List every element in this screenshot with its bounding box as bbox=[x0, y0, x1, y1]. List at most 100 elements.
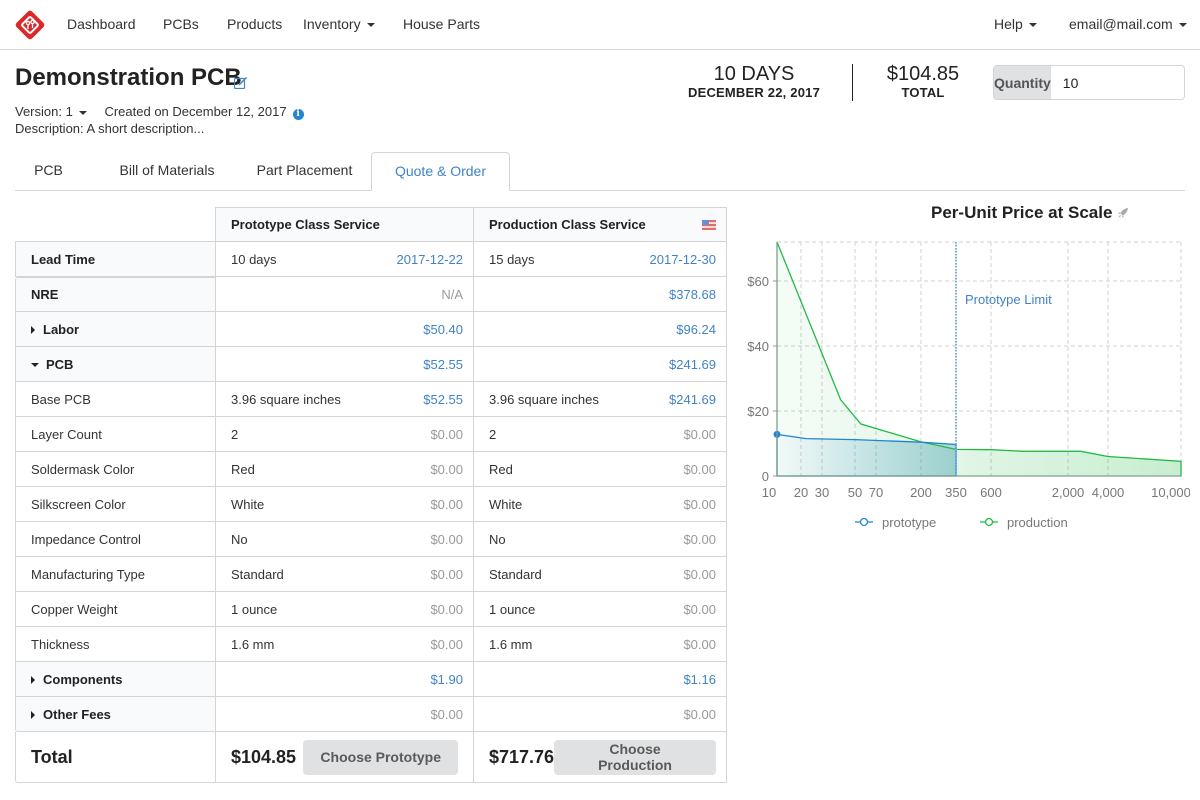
row-label-cell: NRE bbox=[15, 277, 216, 312]
y-tick-label: $20 bbox=[747, 404, 769, 419]
prototype-header-label: Prototype Class Service bbox=[231, 217, 380, 232]
quote-row: Base PCB 3.96 square inches $52.55 3.96 squ… bbox=[15, 382, 727, 417]
price-value[interactable]: $1.16 bbox=[683, 672, 716, 687]
help-menu[interactable]: Help bbox=[994, 16, 1037, 32]
caret-down-icon bbox=[78, 110, 87, 115]
tab-bill-of-materials[interactable]: Bill of Materials bbox=[107, 152, 227, 191]
tab-pcb[interactable]: PCB bbox=[15, 152, 82, 191]
top-navbar: Dashboard PCBs Products Inventory House … bbox=[0, 0, 1200, 50]
quote-row: Manufacturing Type Standard $0.00 Standard $… bbox=[15, 557, 727, 592]
row-label: Lead Time bbox=[31, 251, 96, 267]
row-label: NRE bbox=[31, 287, 59, 302]
caret-right-icon[interactable] bbox=[31, 325, 35, 334]
quote-row: Lead Time 10 days 2017-12-22 15 days 2017-12… bbox=[15, 242, 727, 277]
pcb-meta: Version: 1 Created on December 12, 2017 i bbox=[15, 104, 304, 120]
muted-value: $0.00 bbox=[683, 461, 716, 477]
production-total: $717.76 bbox=[489, 746, 555, 767]
price-value[interactable]: 2017-12-30 bbox=[650, 252, 717, 267]
quote-row[interactable]: PCB $52.55 $241.69 bbox=[15, 347, 727, 382]
nav-dashboard[interactable]: Dashboard bbox=[67, 16, 136, 32]
total-label: TOTAL bbox=[901, 85, 945, 100]
page-title: Demonstration PCB bbox=[15, 64, 242, 91]
quote-row: Layer Count 2 $0.00 2 $0.00 bbox=[15, 417, 727, 452]
total-label-text: Total bbox=[31, 746, 73, 767]
production-cell: 3.96 square inches $241.69 bbox=[474, 382, 727, 417]
x-tick-label: 200 bbox=[910, 485, 932, 500]
y-tick-label: $40 bbox=[747, 339, 769, 354]
nav-inventory-label: Inventory bbox=[303, 16, 361, 32]
production-cell: 1 ounce $0.00 bbox=[474, 592, 727, 627]
row-label-cell: Soldermask Color bbox=[15, 452, 216, 487]
x-tick-label: 10 bbox=[762, 485, 776, 500]
row-label-cell[interactable]: Labor bbox=[15, 312, 216, 347]
prototype-cell: Standard $0.00 bbox=[216, 557, 474, 592]
row-label: Manufacturing Type bbox=[31, 566, 145, 582]
quote-row[interactable]: Other Fees $0.00 $0.00 bbox=[15, 697, 727, 732]
spec-value: Red bbox=[231, 461, 255, 477]
x-tick-label: 30 bbox=[815, 485, 829, 500]
price-value[interactable]: $1.90 bbox=[430, 672, 463, 687]
price-value[interactable]: $52.55 bbox=[423, 357, 463, 372]
muted-value: N/A bbox=[441, 286, 463, 302]
production-cell: $0.00 bbox=[474, 697, 727, 732]
lead-time-stat: 10 DAYS DECEMBER 22, 2017 bbox=[680, 63, 828, 100]
muted-value: $0.00 bbox=[683, 426, 716, 442]
corner-cell bbox=[15, 207, 216, 242]
version-dropdown[interactable]: Version: 1 bbox=[15, 104, 87, 119]
x-tick-label: 350 bbox=[945, 485, 967, 500]
nav-house-parts[interactable]: House Parts bbox=[403, 16, 480, 32]
production-cell: 2 $0.00 bbox=[474, 417, 727, 452]
prototype-cell: 2 $0.00 bbox=[216, 417, 474, 452]
price-value[interactable]: $52.55 bbox=[423, 392, 463, 407]
logo-icon[interactable] bbox=[14, 9, 46, 41]
edit-icon[interactable] bbox=[234, 76, 248, 89]
prototype-cell: 3.96 square inches $52.55 bbox=[216, 382, 474, 417]
nav-pcbs[interactable]: PCBs bbox=[163, 16, 199, 32]
quote-row[interactable]: Labor $50.40 $96.24 bbox=[15, 312, 727, 347]
nav-products[interactable]: Products bbox=[227, 16, 282, 32]
created-date: Created on December 12, 2017 bbox=[104, 104, 287, 119]
legend-prototype-label[interactable]: prototype bbox=[882, 515, 936, 530]
price-value[interactable]: 2017-12-22 bbox=[397, 252, 464, 267]
x-tick-label: 600 bbox=[980, 485, 1002, 500]
x-tick-label: 2,000 bbox=[1052, 485, 1085, 500]
spec-value: White bbox=[231, 496, 265, 512]
quantity-field: Quantity bbox=[993, 65, 1185, 100]
choose-production-button[interactable]: Choose Production bbox=[554, 739, 716, 775]
price-value[interactable]: $378.68 bbox=[669, 287, 716, 302]
prototype-cell: 10 days 2017-12-22 bbox=[216, 242, 474, 277]
price-value[interactable]: $96.24 bbox=[676, 322, 716, 337]
info-icon[interactable]: i bbox=[292, 109, 304, 120]
total-amount: $104.85 bbox=[886, 63, 960, 85]
user-menu[interactable]: email@mail.com bbox=[1069, 16, 1187, 32]
price-value[interactable]: $50.40 bbox=[423, 322, 463, 337]
quantity-input[interactable] bbox=[1050, 66, 1184, 99]
row-label-cell: Impedance Control bbox=[15, 522, 216, 557]
row-label-cell[interactable]: Components bbox=[15, 662, 216, 697]
choose-prototype-button[interactable]: Choose Prototype bbox=[303, 739, 458, 775]
caret-right-icon[interactable] bbox=[31, 675, 35, 684]
nav-inventory[interactable]: Inventory bbox=[303, 16, 375, 32]
row-label: Silkscreen Color bbox=[31, 496, 126, 512]
spec-value: 1 ounce bbox=[231, 601, 278, 617]
price-value[interactable]: $241.69 bbox=[669, 357, 716, 372]
muted-value: $0.00 bbox=[430, 566, 463, 582]
caret-right-icon[interactable] bbox=[31, 710, 35, 719]
price-value[interactable]: $241.69 bbox=[669, 392, 716, 407]
row-label-cell[interactable]: PCB bbox=[15, 347, 216, 382]
tab-bar: PCB Bill of Materials Part Placement Quo… bbox=[15, 152, 1185, 191]
quote-row[interactable]: Components $1.90 $1.16 bbox=[15, 662, 727, 697]
lead-date: DECEMBER 22, 2017 bbox=[687, 85, 820, 100]
prototype-cell: No $0.00 bbox=[216, 522, 474, 557]
muted-value: $0.00 bbox=[683, 601, 716, 617]
row-label-cell: Thickness bbox=[15, 627, 216, 662]
caret-down-icon[interactable] bbox=[31, 362, 39, 367]
row-label-cell: Layer Count bbox=[15, 417, 216, 452]
legend-production-label[interactable]: production bbox=[1007, 515, 1068, 530]
quote-row: NRE N/A $378.68 bbox=[15, 277, 727, 312]
tab-part-placement[interactable]: Part Placement bbox=[247, 152, 362, 191]
tab-quote-order[interactable]: Quote & Order bbox=[371, 152, 510, 191]
muted-value: $0.00 bbox=[430, 706, 463, 722]
caret-down-icon bbox=[1028, 23, 1037, 28]
row-label-cell[interactable]: Other Fees bbox=[15, 697, 216, 732]
